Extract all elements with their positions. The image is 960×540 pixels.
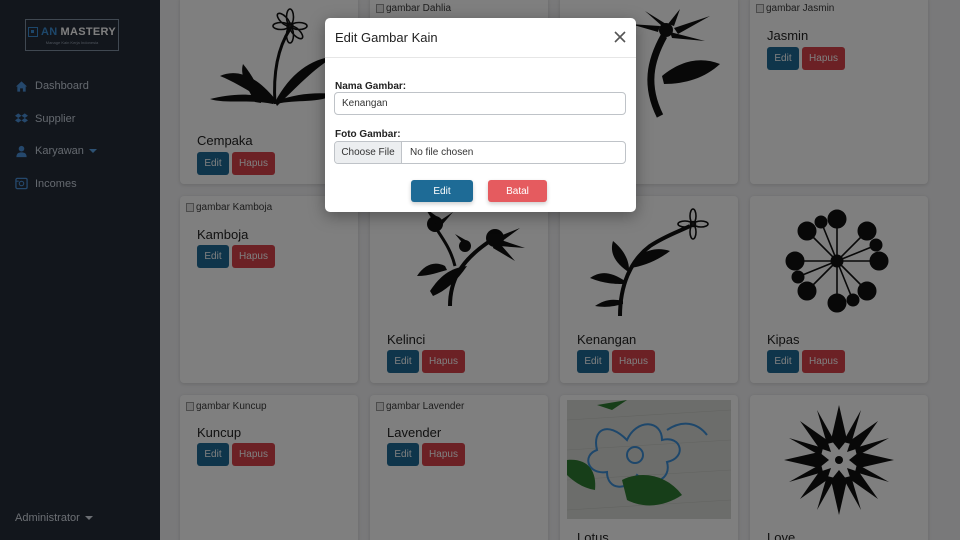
submit-edit-button[interactable]: Edit <box>411 180 473 202</box>
close-icon[interactable] <box>612 29 628 45</box>
edit-modal: Edit Gambar Kain Nama Gambar: Foto Gamba… <box>325 18 636 212</box>
file-status: No file chosen <box>410 147 474 158</box>
file-input[interactable]: Choose File No file chosen <box>334 141 626 164</box>
modal-title: Edit Gambar Kain <box>335 30 438 45</box>
cancel-button[interactable]: Batal <box>488 180 547 202</box>
modal-header: Edit Gambar Kain <box>325 18 636 58</box>
name-label: Nama Gambar: <box>335 81 407 92</box>
file-label: Foto Gambar: <box>335 129 401 140</box>
name-input[interactable] <box>334 92 626 115</box>
choose-file-button[interactable]: Choose File <box>335 142 402 163</box>
